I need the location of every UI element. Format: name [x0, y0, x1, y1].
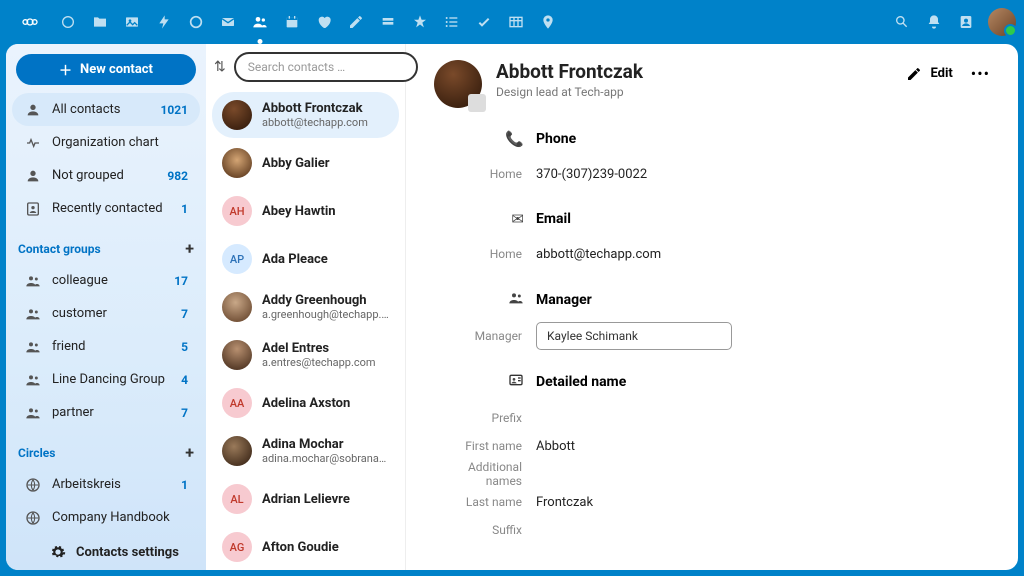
health-app-icon[interactable]	[308, 6, 340, 38]
activity-app-icon[interactable]	[148, 6, 180, 38]
phone-heading: Phone	[536, 131, 576, 147]
email-value: abbott@techapp.com	[536, 247, 661, 262]
contact-detail: Abbott Frontczak Design lead at Tech-app…	[406, 44, 1018, 570]
group-colleague[interactable]: colleague17	[12, 264, 200, 297]
avatar: AP	[222, 244, 252, 274]
last-name-value: Frontczak	[536, 495, 593, 510]
group-line-dancing-group[interactable]: Line Dancing Group4	[12, 363, 200, 396]
circle-company-handbook[interactable]: Company Handbook	[12, 501, 200, 534]
detailed-name-icon	[434, 372, 524, 392]
contact-item[interactable]: Abbott Frontczakabbott@techapp.com	[212, 92, 399, 138]
add-group-icon[interactable]: +	[185, 239, 194, 258]
bookmarks-app-icon[interactable]	[404, 6, 436, 38]
dashboard-app-icon[interactable]	[52, 6, 84, 38]
app-logo[interactable]	[8, 14, 52, 30]
sidebar-item-all-contacts[interactable]: All contacts1021	[12, 93, 200, 126]
sidebar-item-recently-contacted[interactable]: Recently contacted1	[12, 192, 200, 225]
contact-item[interactable]: Adel Entresa.entres@techapp.com	[212, 332, 399, 378]
search-icon[interactable]	[886, 6, 918, 38]
circle-arbeitskreis[interactable]: Arbeitskreis1	[12, 468, 200, 501]
email-icon: ✉	[434, 210, 524, 228]
circles-heading: Circles	[18, 446, 55, 460]
contact-item[interactable]: ALAdrian Lelievre	[212, 476, 399, 522]
new-contact-button[interactable]: ＋New contact	[16, 54, 196, 85]
contact-subtitle: Design lead at Tech-app	[496, 85, 892, 99]
sort-icon[interactable]: ⇅	[214, 59, 226, 75]
phone-icon: 📞	[434, 130, 524, 148]
avatar: AA	[222, 388, 252, 418]
group-partner[interactable]: partner7	[12, 396, 200, 429]
edit-button[interactable]: Edit	[906, 66, 952, 82]
calendar-app-icon[interactable]	[276, 6, 308, 38]
manager-heading: Manager	[536, 292, 592, 308]
avatar: AH	[222, 196, 252, 226]
pencil-icon	[906, 66, 922, 82]
tasks-app-icon[interactable]	[436, 6, 468, 38]
group-customer[interactable]: customer7	[12, 297, 200, 330]
email-heading: Email	[536, 211, 571, 227]
avatar	[222, 292, 252, 322]
contact-item[interactable]: AGAfton Goudie	[212, 524, 399, 570]
avatar	[222, 436, 252, 466]
files-app-icon[interactable]	[84, 6, 116, 38]
first-name-value: Abbott	[536, 439, 575, 454]
talk-app-icon[interactable]	[180, 6, 212, 38]
more-menu[interactable]: •••	[971, 64, 990, 83]
contact-item[interactable]: AHAbey Hawtin	[212, 188, 399, 234]
user-avatar[interactable]	[988, 8, 1016, 36]
notifications-icon[interactable]	[918, 6, 950, 38]
gear-icon	[50, 544, 66, 560]
tables-app-icon[interactable]	[500, 6, 532, 38]
manager-field[interactable]: Kaylee Schimank	[536, 322, 732, 350]
mail-app-icon[interactable]	[212, 6, 244, 38]
avatar: AG	[222, 532, 252, 562]
avatar	[222, 100, 252, 130]
sidebar: ＋New contact All contacts1021Organizatio…	[6, 44, 206, 570]
contact-name: Abbott Frontczak	[496, 60, 892, 83]
contact-item[interactable]: APAda Pleace	[212, 236, 399, 282]
sidebar-item-organization-chart[interactable]: Organization chart	[12, 126, 200, 159]
photos-app-icon[interactable]	[116, 6, 148, 38]
contact-item[interactable]: Adina Mocharadina.mochar@sobrana.com	[212, 428, 399, 474]
top-bar	[0, 0, 1024, 44]
deck-app-icon[interactable]	[372, 6, 404, 38]
contacts-settings[interactable]: Contacts settings	[6, 534, 206, 570]
avatar: AL	[222, 484, 252, 514]
maps-app-icon[interactable]	[532, 6, 564, 38]
sidebar-item-not-grouped[interactable]: Not grouped982	[12, 159, 200, 192]
search-input[interactable]	[234, 52, 418, 82]
contact-item[interactable]: Abby Galier	[212, 140, 399, 186]
contact-list-panel: ⇅ Abbott Frontczakabbott@techapp.comAbby…	[206, 44, 406, 570]
contact-item[interactable]: AAAdelina Axston	[212, 380, 399, 426]
avatar	[222, 340, 252, 370]
contact-groups-heading: Contact groups	[18, 242, 101, 256]
notes-app-icon[interactable]	[340, 6, 372, 38]
contacts-menu-icon[interactable]	[950, 6, 982, 38]
avatar	[222, 148, 252, 178]
contact-avatar[interactable]	[434, 60, 482, 108]
detailed-name-heading: Detailed name	[536, 374, 626, 390]
add-circle-icon[interactable]: +	[185, 443, 194, 462]
phone-value: 370-(307)239-0022	[536, 167, 647, 182]
plus-icon: ＋	[59, 60, 72, 79]
contact-item[interactable]: Addy Greenhougha.greenhough@techapp.com	[212, 284, 399, 330]
group-friend[interactable]: friend5	[12, 330, 200, 363]
checks-app-icon[interactable]	[468, 6, 500, 38]
contacts-app-icon[interactable]	[244, 6, 276, 38]
manager-icon	[434, 290, 524, 310]
